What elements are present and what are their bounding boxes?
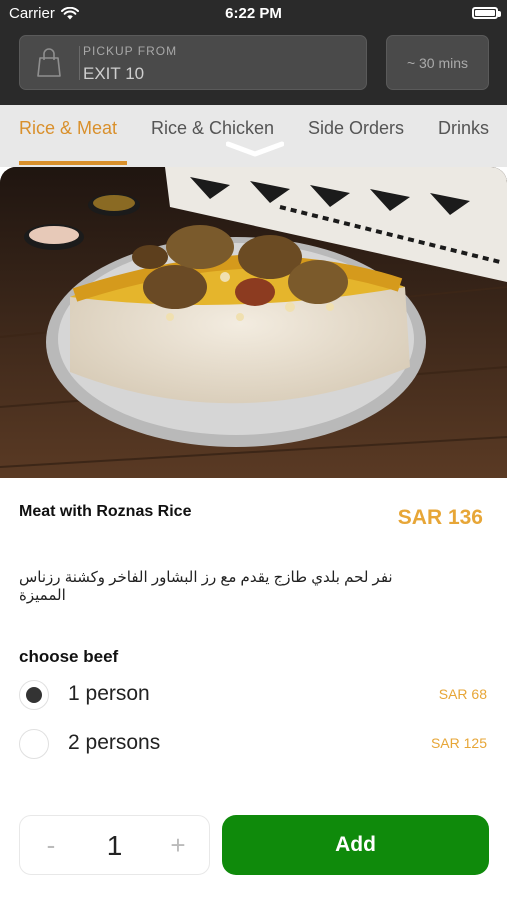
option-label: 2 persons xyxy=(68,731,161,754)
product-name: Meat with Roznas Rice xyxy=(19,503,192,520)
radio-button[interactable] xyxy=(19,729,49,759)
option-1-person[interactable]: 1 person SAR 68 xyxy=(19,678,487,714)
pickup-location: EXIT 10 xyxy=(83,64,145,83)
option-price: SAR 125 xyxy=(430,735,487,751)
status-bar: Carrier 6:22 PM xyxy=(0,0,507,28)
product-image xyxy=(0,167,507,478)
option-2-persons[interactable]: 2 persons SAR 125 xyxy=(19,727,487,763)
header: Carrier 6:22 PM PICKUP FROM EXIT 10 ~ 30… xyxy=(0,0,507,105)
option-price: SAR 68 xyxy=(438,686,487,702)
quantity-stepper: - 1 + xyxy=(19,815,210,875)
product-description: نفر لحم بلدي طازج يقدم مع رز البشاور الف… xyxy=(19,569,393,604)
option-label: 1 person xyxy=(68,682,150,705)
radio-button-selected[interactable] xyxy=(19,680,49,710)
status-time: 6:22 PM xyxy=(225,5,282,22)
tab-side-orders[interactable]: Side Orders xyxy=(308,118,404,139)
add-to-cart-button[interactable]: Add xyxy=(222,815,489,875)
tab-drinks[interactable]: Drinks xyxy=(438,118,489,139)
options-group-title: choose beef xyxy=(19,647,119,666)
tab-rice-chicken[interactable]: Rice & Chicken xyxy=(151,118,274,139)
app-screen: Carrier 6:22 PM PICKUP FROM EXIT 10 ~ 30… xyxy=(0,0,507,900)
battery-icon xyxy=(472,7,501,19)
pickup-location-selector[interactable]: PICKUP FROM EXIT 10 xyxy=(19,35,367,90)
pickup-divider xyxy=(79,46,80,80)
tab-rice-meat[interactable]: Rice & Meat xyxy=(19,118,117,139)
active-tab-indicator xyxy=(19,161,127,165)
shopping-bag-icon xyxy=(37,48,61,77)
increase-quantity-button[interactable]: + xyxy=(163,830,193,860)
pickup-label: PICKUP FROM xyxy=(83,44,178,58)
pickup-time-selector[interactable]: ~ 30 mins xyxy=(386,35,489,90)
product-price: SAR 136 xyxy=(397,506,483,529)
collapse-chevron-icon[interactable] xyxy=(226,140,284,158)
